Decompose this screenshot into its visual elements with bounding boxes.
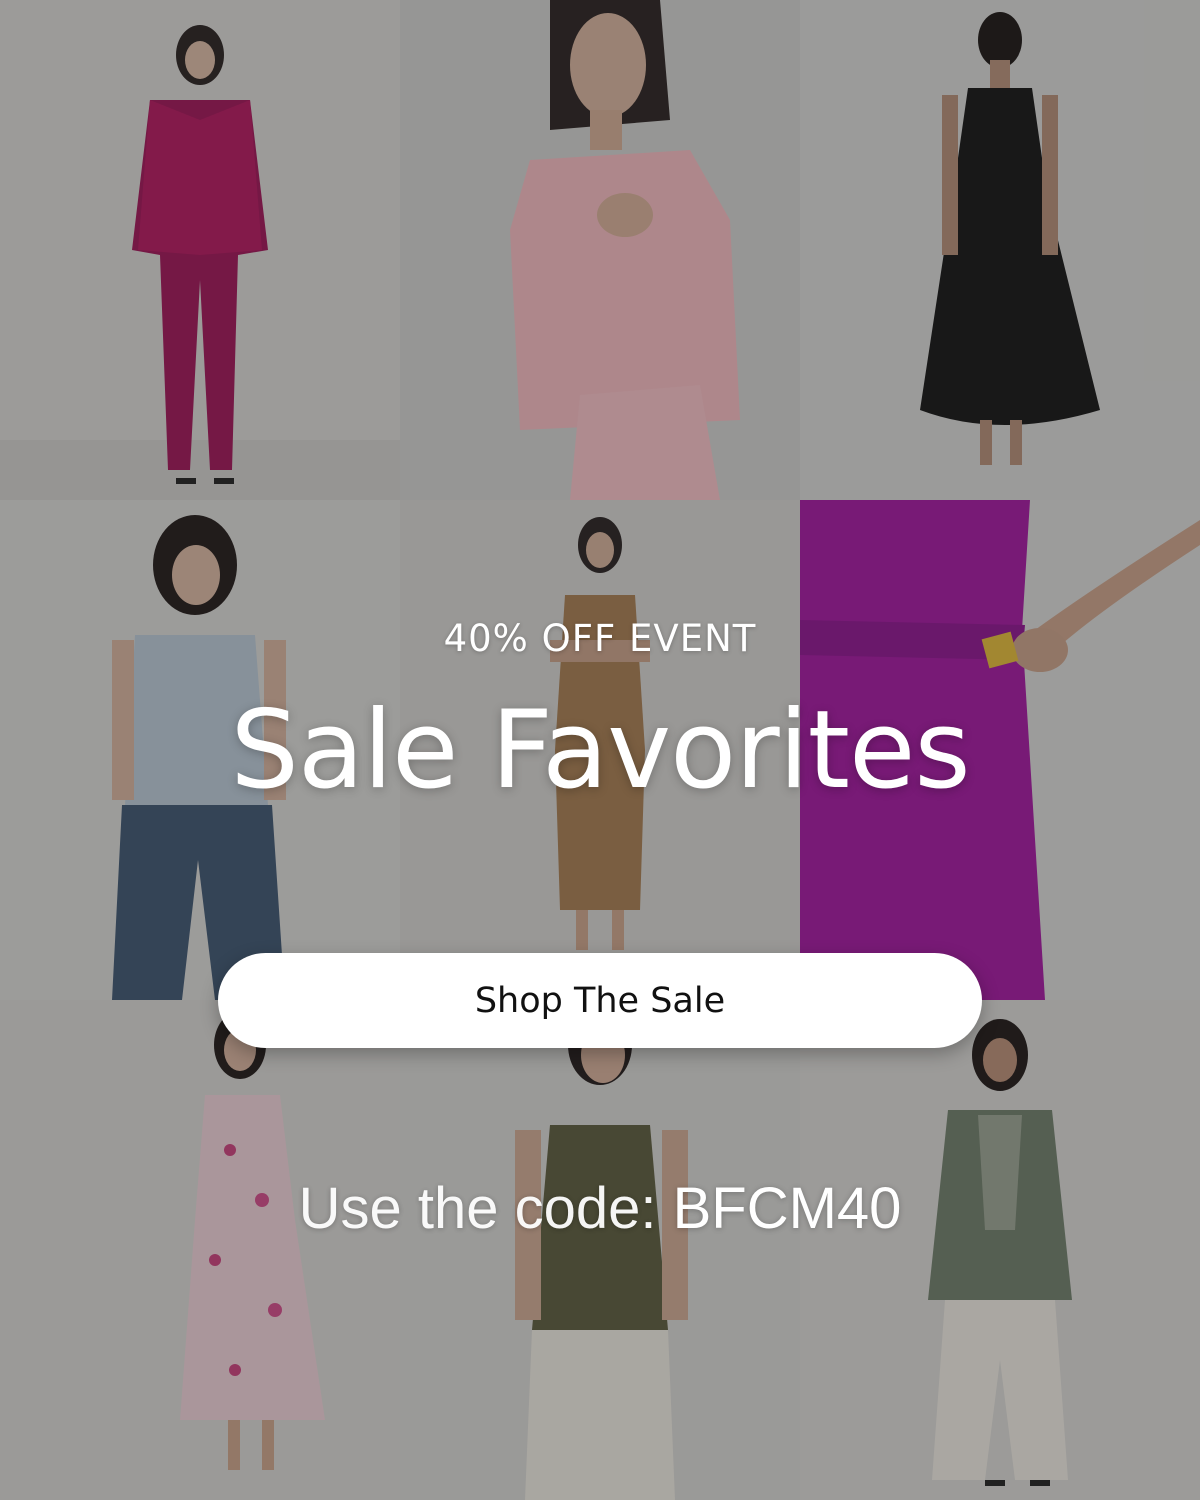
photo-floral-dress[interactable] — [0, 1000, 400, 1500]
photo-pink-blouse-image — [400, 0, 800, 500]
photo-sage-blazer-image — [800, 1000, 1200, 1500]
shop-the-sale-label: Shop The Sale — [474, 980, 726, 1021]
photo-olive-tank[interactable] — [400, 1000, 800, 1500]
promo-code-label: Use the code: — [298, 1176, 657, 1241]
promo-banner[interactable]: 40% OFF EVENT Sale Favorites Shop The Sa… — [0, 0, 1200, 1500]
promo-code-line: Use the code: BFCM40 — [0, 1175, 1200, 1242]
photo-olive-tank-image — [400, 1000, 800, 1500]
photo-black-dress-image — [800, 0, 1200, 500]
promo-code-value: BFCM40 — [672, 1176, 902, 1241]
promo-eyebrow: 40% OFF EVENT — [443, 617, 757, 660]
photo-black-dress[interactable] — [800, 0, 1200, 500]
photo-floral-dress-image — [0, 1000, 400, 1500]
promo-title: Sale Favorites — [230, 688, 970, 813]
photo-magenta-suit[interactable] — [0, 0, 400, 500]
photo-magenta-suit-image — [0, 0, 400, 500]
photo-pink-blouse[interactable] — [400, 0, 800, 500]
shop-the-sale-button[interactable]: Shop The Sale — [218, 953, 982, 1048]
photo-sage-blazer[interactable] — [800, 1000, 1200, 1500]
